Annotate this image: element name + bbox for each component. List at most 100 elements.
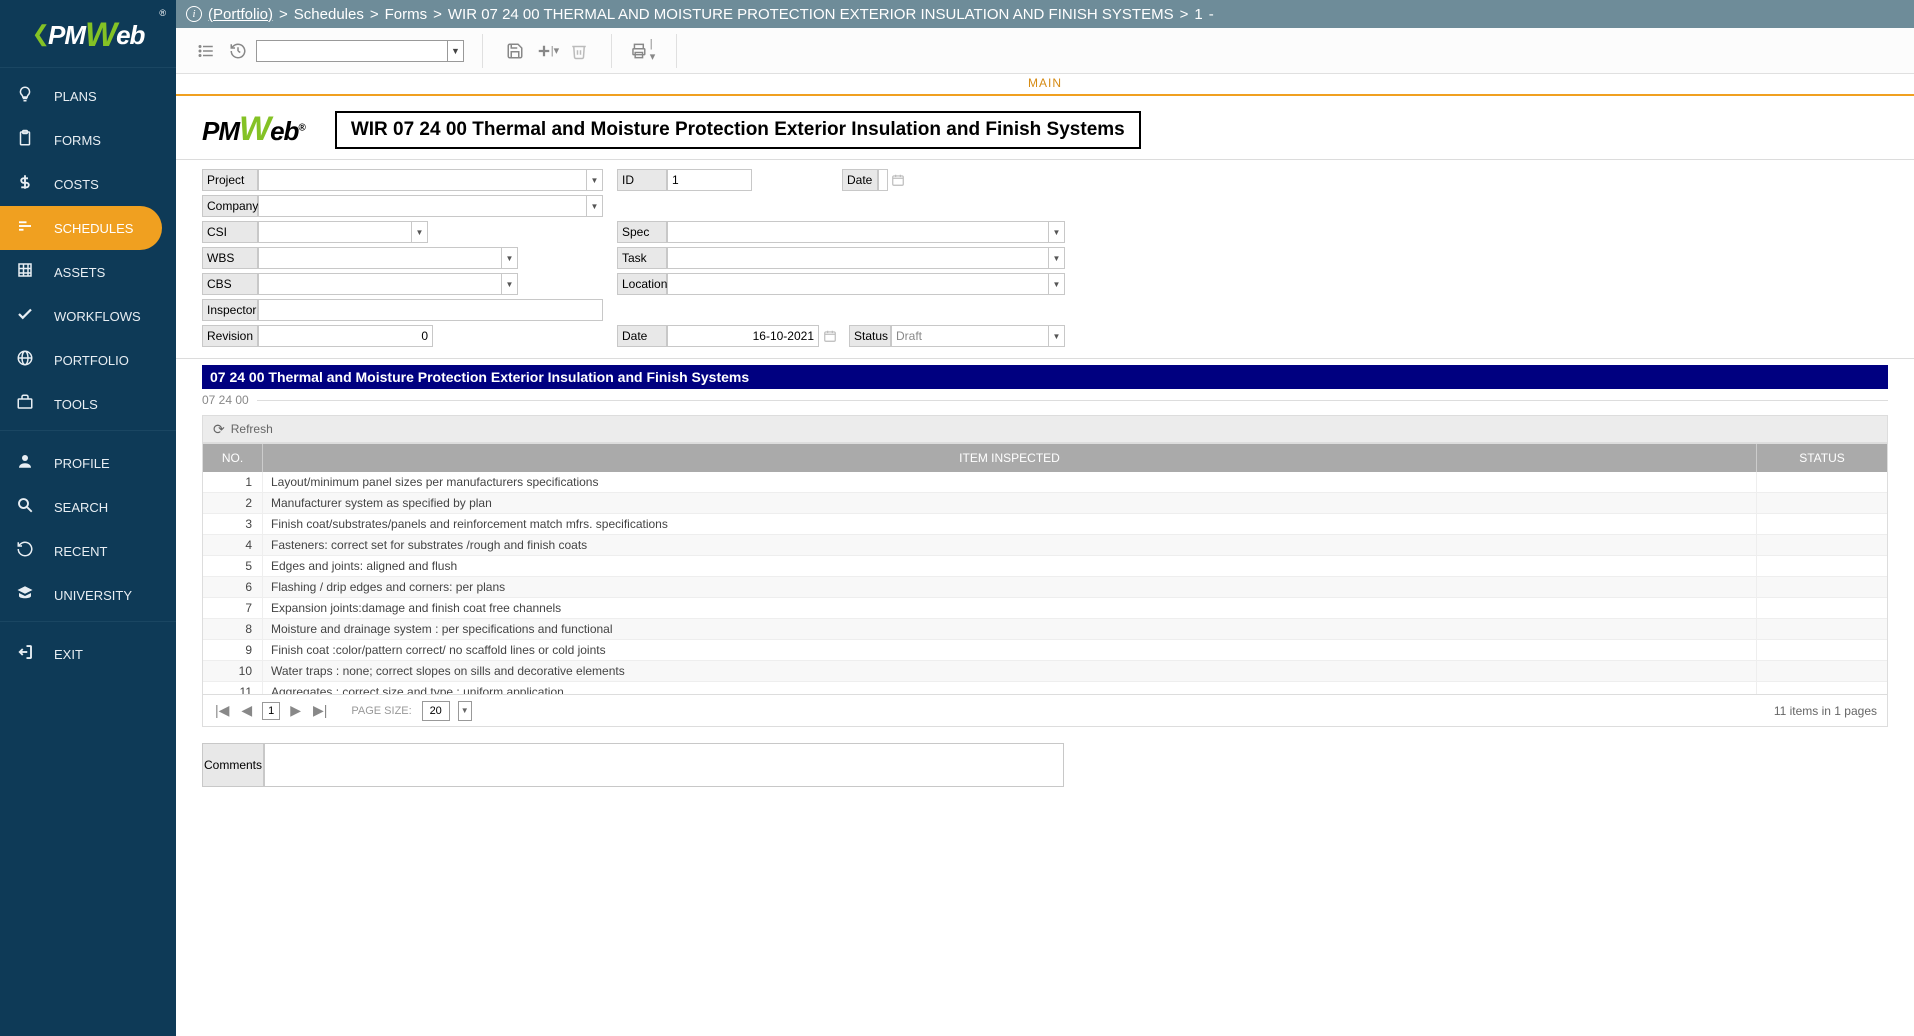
label-cbs: CBS [202, 273, 258, 295]
table-row[interactable]: 1Layout/minimum panel sizes per manufact… [203, 472, 1887, 493]
breadcrumb-seg[interactable]: Forms [385, 6, 428, 23]
sidebar-item-portfolio[interactable]: PORTFOLIO [0, 338, 176, 382]
id-input[interactable] [667, 169, 752, 191]
nav-tertiary: EXIT [0, 626, 176, 676]
sidebar-item-assets[interactable]: ASSETS [0, 250, 176, 294]
page-size-select[interactable] [422, 701, 450, 721]
globe-icon [14, 349, 36, 372]
table-row[interactable]: 9Finish coat :color/pattern correct/ no … [203, 640, 1887, 661]
search-icon [14, 496, 36, 519]
cell-no: 4 [203, 535, 263, 555]
cell-no: 1 [203, 472, 263, 492]
breadcrumb-seg[interactable]: WIR 07 24 00 THERMAL AND MOISTURE PROTEC… [448, 6, 1174, 23]
table-row[interactable]: 10Water traps : none; correct slopes on … [203, 661, 1887, 682]
add-icon[interactable]: |▾ [533, 37, 561, 65]
location-select[interactable]: ▼ [667, 273, 1065, 295]
history-icon[interactable] [224, 37, 252, 65]
page-last-icon[interactable]: ▶| [311, 702, 329, 719]
col-no[interactable]: NO. [203, 444, 263, 472]
col-item[interactable]: ITEM INSPECTED [263, 444, 1757, 472]
company-select[interactable]: ▼ [258, 195, 603, 217]
cell-status [1757, 598, 1887, 618]
cell-item: Moisture and drainage system : per speci… [263, 619, 1757, 639]
cell-item: Finish coat :color/pattern correct/ no s… [263, 640, 1757, 660]
sidebar-item-forms[interactable]: FORMS [0, 118, 176, 162]
list-icon[interactable] [192, 37, 220, 65]
wbs-select[interactable]: ▼ [258, 247, 518, 269]
chevron-down-icon[interactable]: ▼ [458, 701, 472, 721]
sidebar-item-recent[interactable]: RECENT [0, 529, 176, 573]
nav-primary: PLANS FORMSCOSTSSCHEDULESASSETSWORKFLOWS P… [0, 68, 176, 426]
view-select[interactable]: ▼ [256, 40, 464, 62]
date-input[interactable] [878, 169, 888, 191]
sidebar-item-label: PLANS [54, 89, 97, 104]
spec-select[interactable]: ▼ [667, 221, 1065, 243]
project-select[interactable]: ▼ [258, 169, 603, 191]
exit-icon [14, 643, 36, 666]
grid-header: NO. ITEM INSPECTED STATUS [203, 444, 1887, 472]
cell-item: Layout/minimum panel sizes per manufactu… [263, 472, 1757, 492]
cell-no: 5 [203, 556, 263, 576]
task-select[interactable]: ▼ [667, 247, 1065, 269]
table-row[interactable]: 2Manufacturer system as specified by pla… [203, 493, 1887, 514]
revision-input[interactable] [258, 325, 433, 347]
cell-status [1757, 577, 1887, 597]
cell-status [1757, 640, 1887, 660]
status-select[interactable]: Draft▼ [891, 325, 1065, 347]
label-date: Date [842, 169, 878, 191]
cell-no: 11 [203, 682, 263, 694]
toolbar: ▼ |▾ |▾ [176, 28, 1914, 74]
chevron-down-icon: ▼ [447, 41, 463, 61]
cell-no: 2 [203, 493, 263, 513]
table-row[interactable]: 6Flashing / drip edges and corners: per … [203, 577, 1887, 598]
inspector-input[interactable] [258, 299, 603, 321]
grid-toolbar: ⟳ Refresh [202, 415, 1888, 443]
page-info: 11 items in 1 pages [1774, 704, 1877, 718]
breadcrumb-seg[interactable]: Schedules [294, 6, 364, 23]
sidebar-item-costs[interactable]: COSTS [0, 162, 176, 206]
sidebar-item-workflows[interactable]: WORKFLOWS [0, 294, 176, 338]
table-row[interactable]: 7Expansion joints:damage and finish coat… [203, 598, 1887, 619]
refresh-icon[interactable]: ⟳ [213, 421, 225, 438]
content: MAIN PMWeb® WIR 07 24 00 Thermal and Moi… [176, 74, 1914, 1036]
table-row[interactable]: 5Edges and joints: aligned and flush [203, 556, 1887, 577]
csi-select[interactable]: ▼ [258, 221, 428, 243]
breadcrumb-portfolio[interactable]: (Portfolio) [208, 6, 273, 23]
sidebar-item-plans[interactable]: PLANS [0, 74, 176, 118]
sidebar-item-schedules[interactable]: SCHEDULES [0, 206, 162, 250]
breadcrumb-seg[interactable]: 1 [1194, 6, 1202, 23]
table-row[interactable]: 8Moisture and drainage system : per spec… [203, 619, 1887, 640]
breadcrumb-sep: > [433, 6, 442, 23]
sidebar: ❮ PMWeb ® PLANSFORMSCOSTSSCHEDULESASSETS… [0, 0, 176, 1036]
delete-icon[interactable] [565, 37, 593, 65]
page-first-icon[interactable]: |◀ [213, 702, 231, 719]
page-input[interactable] [262, 702, 280, 720]
table-row[interactable]: 3Finish coat/substrates/panels and reinf… [203, 514, 1887, 535]
calendar-icon[interactable] [819, 322, 841, 350]
comments-input[interactable] [264, 743, 1064, 787]
save-icon[interactable] [501, 37, 529, 65]
print-icon[interactable]: |▾ [630, 37, 658, 65]
nav-secondary: PROFILE SEARCHRECENTUNIVERSITY [0, 435, 176, 617]
form-header: PMWeb® WIR 07 24 00 Thermal and Moisture… [176, 96, 1914, 159]
cbs-select[interactable]: ▼ [258, 273, 518, 295]
col-status[interactable]: STATUS [1757, 444, 1887, 472]
table-row[interactable]: 4Fasteners: correct set for substrates /… [203, 535, 1887, 556]
sidebar-item-tools[interactable]: TOOLS [0, 382, 176, 426]
page-prev-icon[interactable]: ◀ [239, 702, 254, 719]
logo-text: PMWeb [48, 14, 144, 53]
sidebar-item-university[interactable]: UNIVERSITY [0, 573, 176, 617]
tab-main[interactable]: MAIN [1028, 76, 1062, 94]
header-logo: PMWeb® [202, 110, 305, 149]
sidebar-item-profile[interactable]: PROFILE [0, 441, 176, 485]
sidebar-item-search[interactable]: SEARCH [0, 485, 176, 529]
date2-input[interactable] [667, 325, 819, 347]
calendar-icon[interactable] [888, 166, 908, 194]
sidebar-item-exit[interactable]: EXIT [0, 632, 176, 676]
sidebar-item-label: PROFILE [54, 456, 110, 471]
info-icon[interactable]: i [186, 6, 202, 22]
page-next-icon[interactable]: ▶ [288, 702, 303, 719]
sidebar-item-label: PORTFOLIO [54, 353, 129, 368]
table-row[interactable]: 11Aggregates : correct size and type : u… [203, 682, 1887, 694]
refresh-button[interactable]: Refresh [231, 422, 273, 436]
